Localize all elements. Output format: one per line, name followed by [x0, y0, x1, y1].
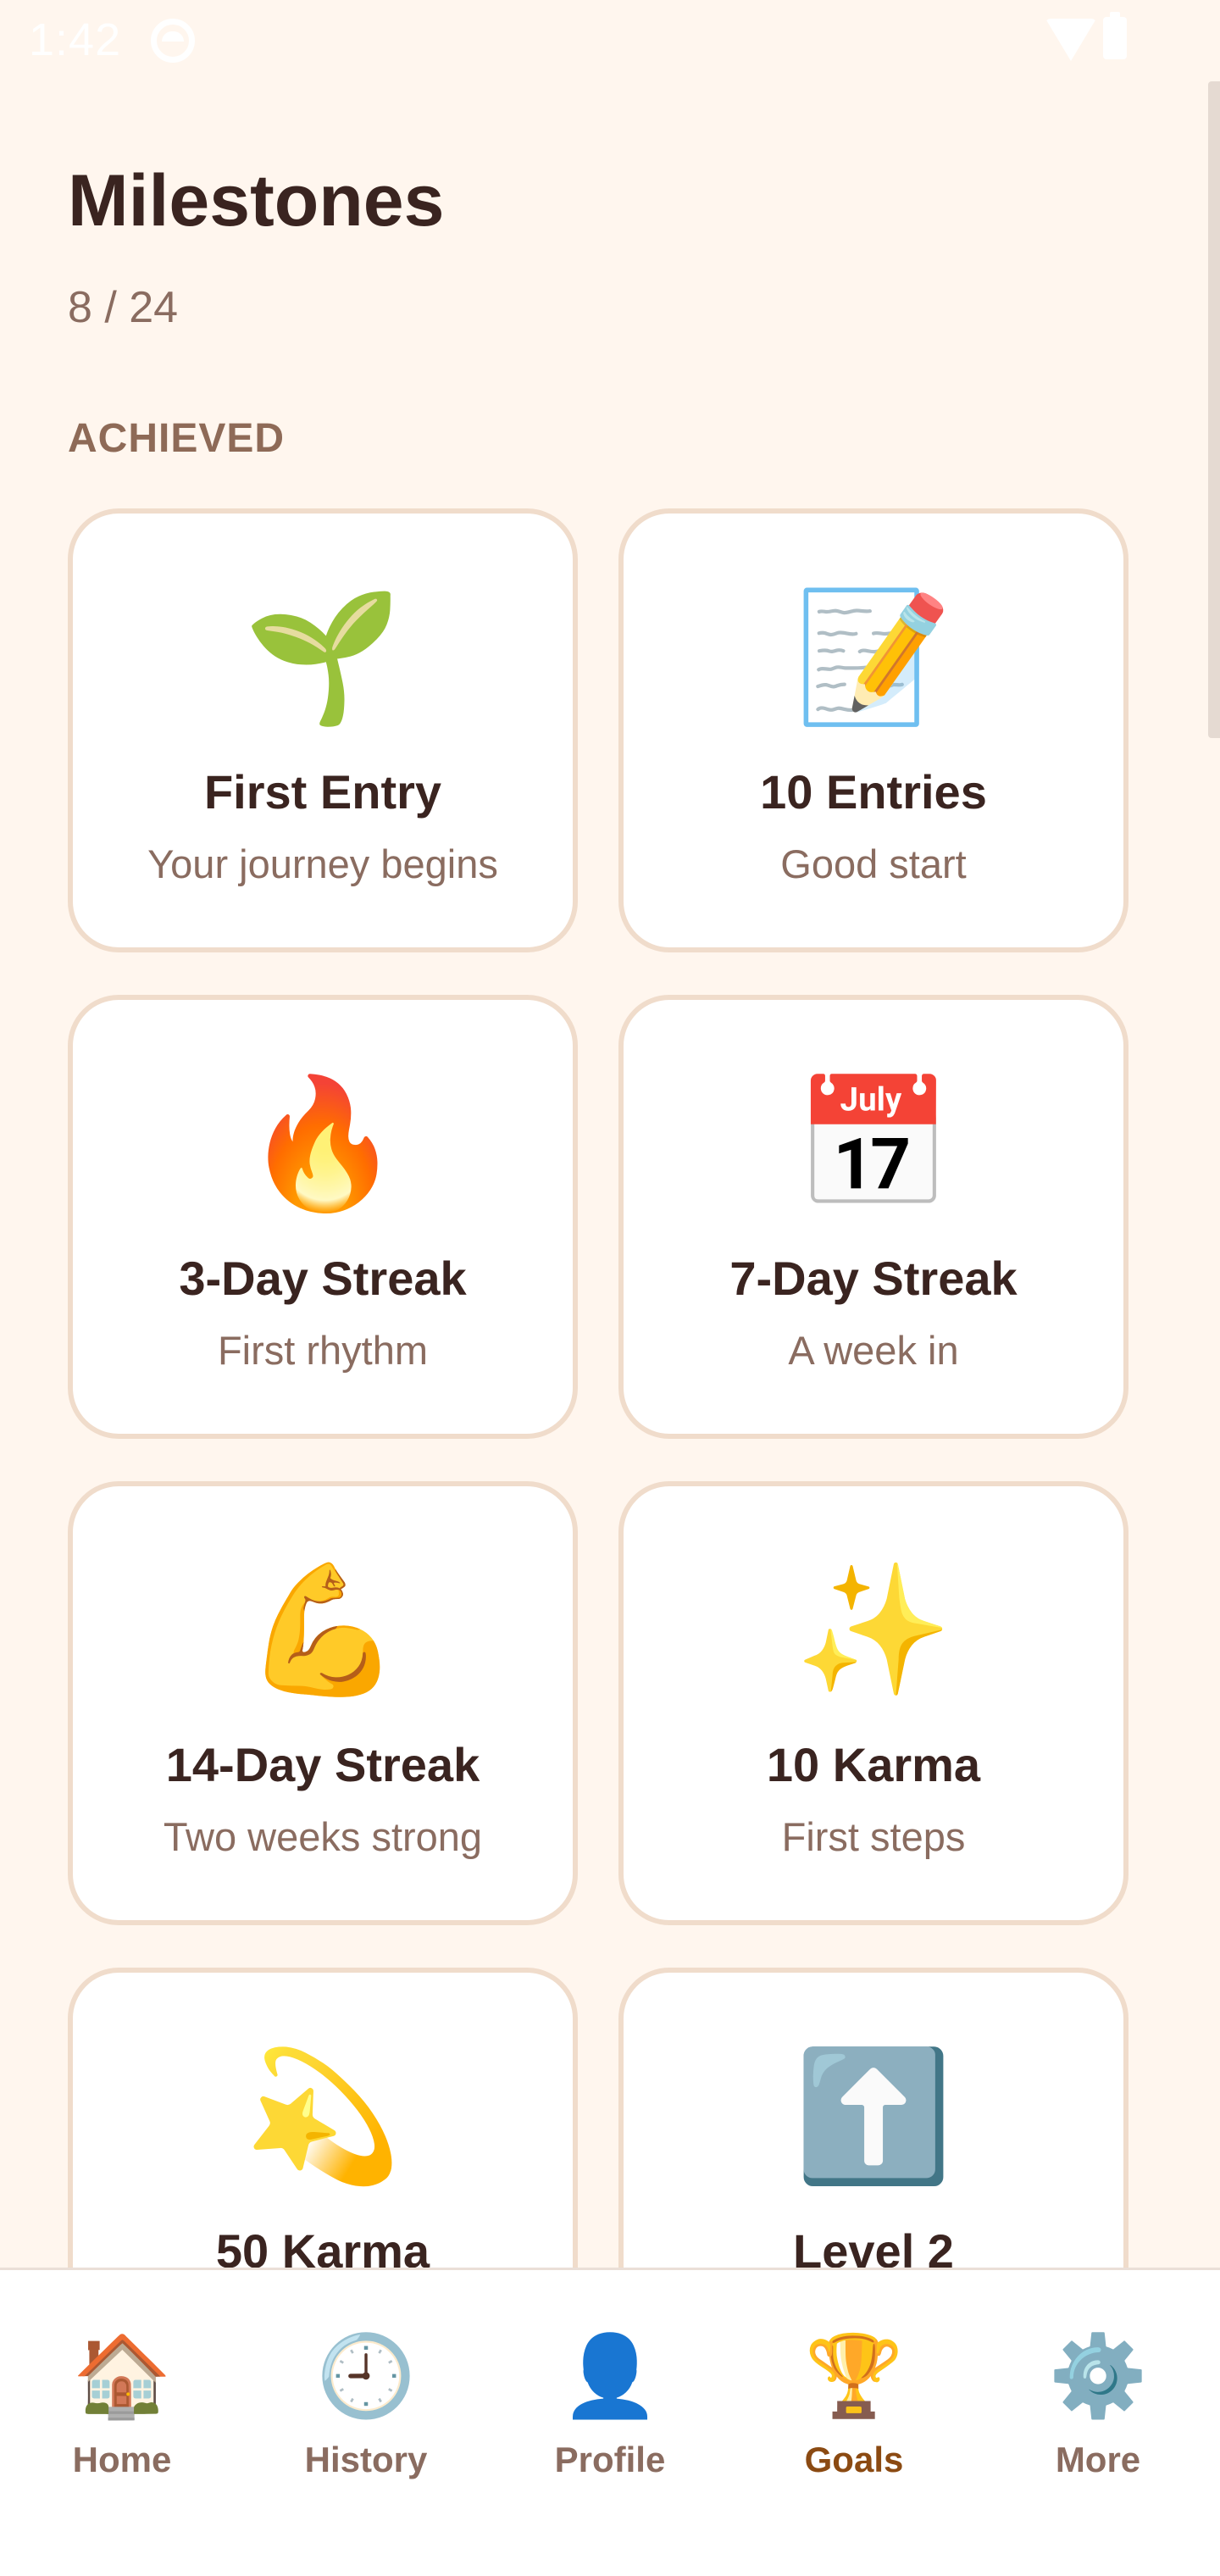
milestone-card[interactable]: ✨ 10 Karma First steps [618, 1481, 1128, 1925]
status-bar: 1:42 [0, 0, 1220, 81]
gear-icon: ⚙️ [1048, 2331, 1148, 2420]
milestone-subtitle: First rhythm [217, 1328, 429, 1373]
milestone-subtitle: Good start [780, 841, 967, 886]
profile-silhouette-icon: 👤 [560, 2331, 660, 2420]
nav-label: History [304, 2440, 428, 2479]
milestone-title: 14-Day Streak [165, 1738, 480, 1791]
nav-label: Profile [554, 2440, 666, 2479]
nav-item-home[interactable]: 🏠 Home [0, 2270, 244, 2507]
milestone-card[interactable]: 💪 14-Day Streak Two weeks strong [68, 1481, 578, 1925]
up-arrow-icon: ⬆️ [794, 2045, 953, 2187]
calendar-icon: 📅 [794, 1072, 953, 1214]
trophy-icon: 🏆 [804, 2331, 904, 2420]
milestone-title: First Entry [203, 765, 442, 819]
battery-icon [1103, 12, 1127, 59]
status-time: 1:42 [29, 14, 122, 65]
milestones-screen: 1:42 Milestones 8 / 24 ACHIEVED 🌱 First … [0, 0, 1220, 2576]
milestone-title: 7-Day Streak [729, 1252, 1018, 1305]
wifi-icon [1045, 19, 1096, 61]
house-icon: 🏠 [72, 2331, 172, 2420]
nav-label: Home [72, 2440, 172, 2479]
fire-icon: 🔥 [243, 1072, 402, 1214]
nav-item-goals[interactable]: 🏆 Goals [732, 2270, 976, 2507]
nav-label: More [1055, 2440, 1141, 2479]
nav-label: Goals [804, 2440, 904, 2479]
milestone-title: 10 Karma [766, 1738, 981, 1791]
app-notification-icon [151, 19, 195, 63]
milestone-card[interactable]: 🌱 First Entry Your journey begins [68, 508, 578, 952]
bottom-navigation: 🏠 Home 🕘 History 👤 Profile 🏆 Goals ⚙️ Mo… [0, 2268, 1220, 2576]
page-title: Milestones [68, 160, 445, 242]
nav-item-history[interactable]: 🕘 History [244, 2270, 488, 2507]
milestone-card[interactable]: 📅 7-Day Streak A week in [618, 995, 1128, 1439]
milestone-subtitle: First steps [781, 1814, 966, 1859]
milestone-card[interactable]: 🔥 3-Day Streak First rhythm [68, 995, 578, 1439]
clock-icon: 🕘 [316, 2331, 416, 2420]
seedling-icon: 🌱 [243, 586, 402, 728]
milestone-card[interactable]: 📝 10 Entries Good start [618, 508, 1128, 952]
milestone-subtitle: Two weeks strong [163, 1814, 483, 1859]
dizzy-star-icon: 💫 [243, 2045, 402, 2187]
scrollbar[interactable] [1208, 81, 1220, 738]
milestone-subtitle: A week in [788, 1328, 959, 1373]
nav-item-profile[interactable]: 👤 Profile [488, 2270, 732, 2507]
memo-icon: 📝 [794, 586, 953, 728]
milestone-subtitle: Your journey begins [147, 841, 498, 886]
sparkles-icon: ✨ [794, 1558, 953, 1701]
section-label-achieved: ACHIEVED [68, 416, 286, 461]
milestone-title: 10 Entries [760, 765, 987, 819]
flexed-bicep-icon: 💪 [243, 1558, 402, 1701]
milestone-progress-count: 8 / 24 [68, 283, 179, 332]
nav-item-more[interactable]: ⚙️ More [976, 2270, 1220, 2507]
milestone-title: 3-Day Streak [179, 1252, 467, 1305]
